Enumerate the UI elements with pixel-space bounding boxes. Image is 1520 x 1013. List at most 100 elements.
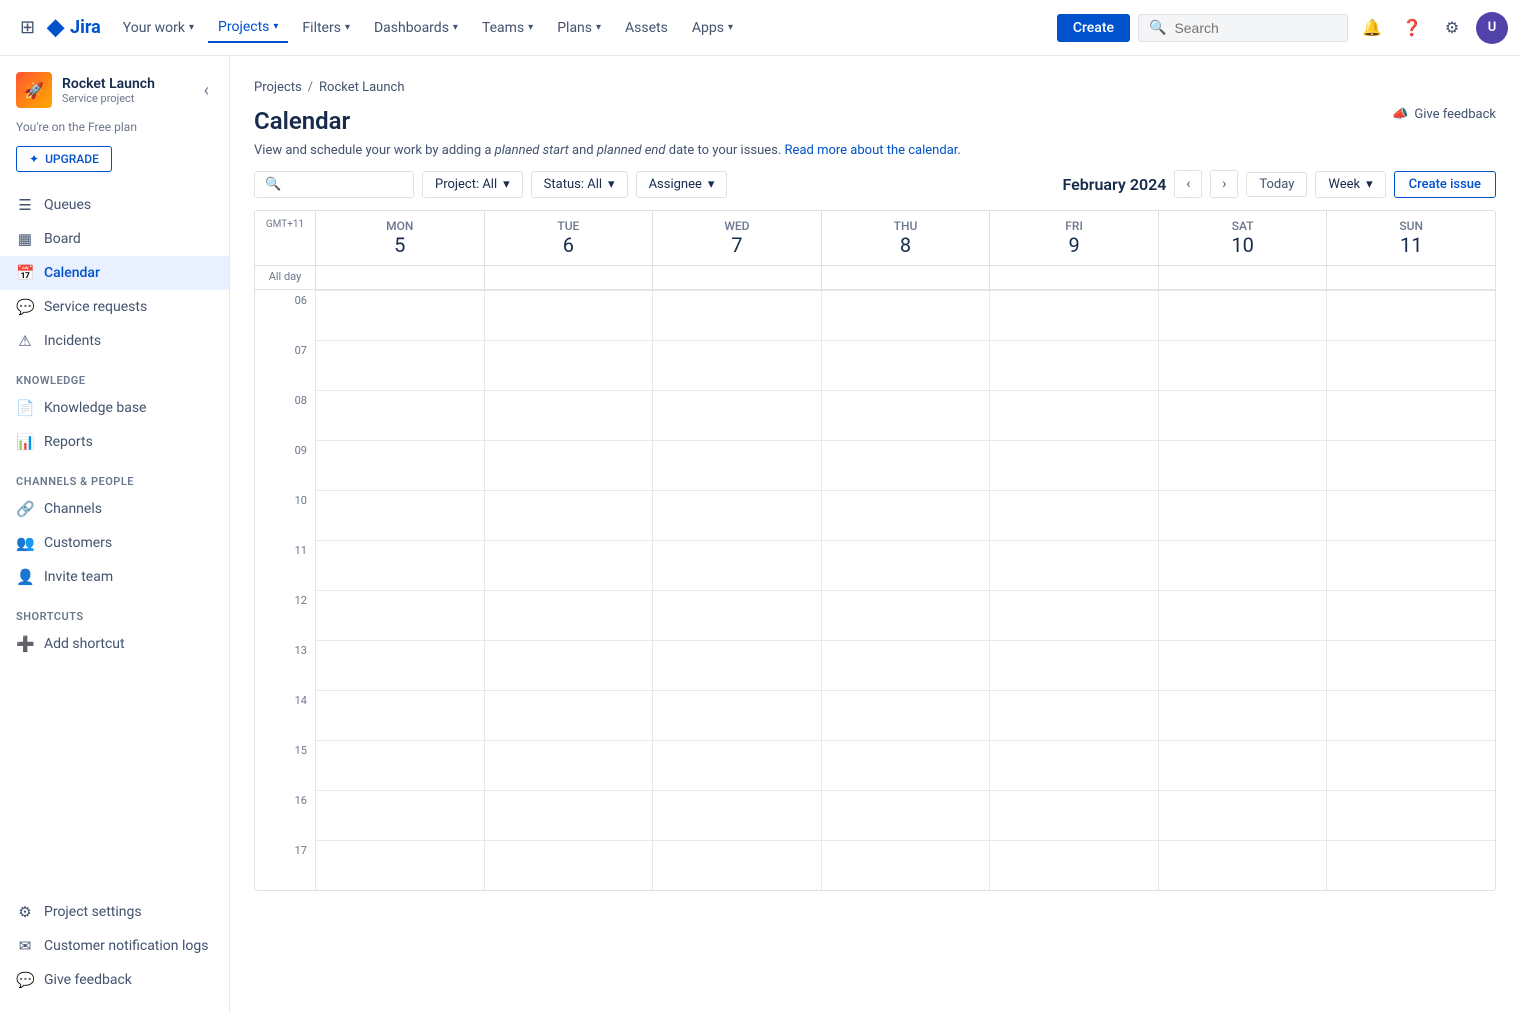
time-cell[interactable] [484,440,653,490]
time-cell[interactable] [1326,290,1495,340]
sidebar-item-reports[interactable]: 📊 Reports [0,425,229,459]
time-cell[interactable] [484,340,653,390]
time-cell[interactable] [821,740,990,790]
time-cell[interactable] [484,690,653,740]
time-cell[interactable] [1326,640,1495,690]
time-cell[interactable] [821,790,990,840]
time-cell[interactable] [821,690,990,740]
time-cell[interactable] [989,590,1158,640]
time-cell[interactable] [1158,290,1327,340]
sidebar-item-board[interactable]: ▦ Board [0,222,229,256]
search-box[interactable]: 🔍 [1138,14,1348,42]
time-cell[interactable] [1158,590,1327,640]
allday-cell-mon[interactable] [315,266,484,289]
time-cell[interactable] [652,340,821,390]
time-cell[interactable] [1158,790,1327,840]
time-cell[interactable] [989,340,1158,390]
time-cell[interactable] [315,740,484,790]
time-cell[interactable] [652,490,821,540]
time-cell[interactable] [821,340,990,390]
status-filter-button[interactable]: Status: All ▾ [531,171,628,198]
sidebar-item-project-settings[interactable]: ⚙ Project settings [0,895,229,929]
read-more-link[interactable]: Read more about the calendar. [785,143,961,158]
allday-cell-tue[interactable] [484,266,653,289]
time-cell[interactable] [821,290,990,340]
time-cell[interactable] [1158,540,1327,590]
time-cell[interactable] [315,540,484,590]
time-cell[interactable] [484,490,653,540]
upgrade-button[interactable]: ✦ UPGRADE [16,146,112,172]
time-cell[interactable] [989,740,1158,790]
allday-cell-sat[interactable] [1158,266,1327,289]
time-cell[interactable] [1326,390,1495,440]
time-cell[interactable] [1158,390,1327,440]
time-cell[interactable] [1326,490,1495,540]
topnav-assets[interactable]: Assets [615,14,678,42]
time-cell[interactable] [652,390,821,440]
create-issue-button[interactable]: Create issue [1394,171,1496,198]
allday-cell-wed[interactable] [652,266,821,289]
time-cell[interactable] [652,290,821,340]
time-cell[interactable] [1158,640,1327,690]
today-button[interactable]: Today [1246,172,1307,197]
time-cell[interactable] [652,590,821,640]
user-avatar[interactable]: U [1476,12,1508,44]
time-cell[interactable] [989,290,1158,340]
topnav-dashboards[interactable]: Dashboards ▾ [364,14,468,42]
time-cell[interactable] [484,640,653,690]
sidebar-item-knowledge-base[interactable]: 📄 Knowledge base [0,391,229,425]
time-cell[interactable] [652,690,821,740]
time-cell[interactable] [821,390,990,440]
time-cell[interactable] [315,490,484,540]
time-cell[interactable] [315,440,484,490]
time-cell[interactable] [821,840,990,890]
time-cell[interactable] [1158,740,1327,790]
time-cell[interactable] [989,390,1158,440]
time-cell[interactable] [315,290,484,340]
time-cell[interactable] [315,690,484,740]
topnav-plans[interactable]: Plans ▾ [547,14,611,42]
breadcrumb-project-link[interactable]: Rocket Launch [319,80,404,95]
time-cell[interactable] [989,540,1158,590]
time-cell[interactable] [1326,790,1495,840]
time-cell[interactable] [989,440,1158,490]
time-cell[interactable] [1158,840,1327,890]
sidebar-item-incidents[interactable]: ⚠ Incidents [0,324,229,358]
topnav-your-work[interactable]: Your work ▾ [113,14,204,42]
time-cell[interactable] [1158,490,1327,540]
time-cell[interactable] [1326,440,1495,490]
project-filter-button[interactable]: Project: All ▾ [422,171,523,198]
time-cell[interactable] [1326,540,1495,590]
assignee-filter-button[interactable]: Assignee ▾ [636,171,728,198]
sidebar-item-channels[interactable]: 🔗 Channels [0,492,229,526]
time-cell[interactable] [484,390,653,440]
time-cell[interactable] [821,490,990,540]
sidebar-item-invite-team[interactable]: 👤 Invite team [0,560,229,594]
allday-cell-fri[interactable] [989,266,1158,289]
topnav-projects[interactable]: Projects ▾ [208,13,288,43]
topnav-apps[interactable]: Apps ▾ [682,14,743,42]
time-cell[interactable] [1158,690,1327,740]
time-cell[interactable] [652,640,821,690]
time-cell[interactable] [1326,690,1495,740]
time-cell[interactable] [315,790,484,840]
time-cell[interactable] [484,590,653,640]
sidebar-item-customers[interactable]: 👥 Customers [0,526,229,560]
time-cell[interactable] [484,540,653,590]
time-cell[interactable] [989,490,1158,540]
time-cell[interactable] [1158,340,1327,390]
time-cell[interactable] [989,790,1158,840]
time-cell[interactable] [989,690,1158,740]
time-cell[interactable] [315,640,484,690]
search-input[interactable] [1174,20,1337,36]
time-cell[interactable] [1326,740,1495,790]
time-cell[interactable] [1326,590,1495,640]
give-feedback-button[interactable]: 📣 Give feedback [1392,107,1496,122]
time-cell[interactable] [989,640,1158,690]
time-cell[interactable] [1326,340,1495,390]
time-cell[interactable] [1326,840,1495,890]
time-cell[interactable] [652,540,821,590]
time-cell[interactable] [315,840,484,890]
jira-logo[interactable]: ◆ Jira [47,15,101,40]
time-cell[interactable] [821,540,990,590]
